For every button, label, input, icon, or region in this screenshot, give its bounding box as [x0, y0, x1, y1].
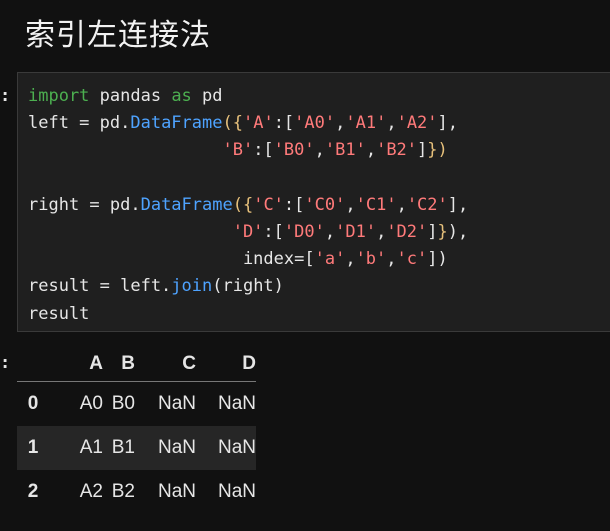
code-line-5: right = pd.DataFrame({'C':['C0','C1','C2… [28, 194, 469, 215]
cell-c: NaN [157, 437, 196, 458]
dataframe-output: A B C D 0 A0 B0 NaN NaN 1 A1 B1 NaN NaN … [17, 347, 256, 514]
cell-d: NaN [217, 437, 256, 458]
code-line-6: 'D':['D0','D1','D2']}), [232, 222, 469, 243]
code-editor[interactable]: import pandas as pd left = pd.DataFrame(… [28, 83, 468, 328]
cell-a: A0 [79, 393, 103, 414]
cell-d: NaN [217, 481, 256, 502]
code-line-9: result [28, 303, 90, 324]
cell-a: A1 [79, 437, 103, 458]
table-row: 2 A2 B2 NaN NaN [17, 470, 256, 514]
column-header-a: A [49, 347, 103, 382]
column-header-b: B [103, 347, 135, 382]
row-index: 1 [27, 437, 39, 458]
row-index: 0 [27, 393, 39, 414]
cell-b: B0 [111, 393, 135, 414]
table-header-row: A B C D [17, 347, 256, 382]
index-header [17, 347, 49, 382]
cell-b: B1 [111, 437, 135, 458]
code-line-7: index=['a','b','c']) [242, 249, 448, 270]
code-line-3: 'B':['B0','B1','B2']}) [222, 140, 448, 161]
cell-d: NaN [217, 393, 256, 414]
code-line-1: import pandas as pd [28, 86, 223, 106]
cell-c: NaN [157, 393, 196, 414]
input-prompt: : [0, 86, 11, 106]
cell-c: NaN [157, 481, 196, 502]
code-cell[interactable]: import pandas as pd left = pd.DataFrame(… [17, 72, 610, 332]
table-row: 0 A0 B0 NaN NaN [17, 382, 256, 427]
code-line-8: result = left.join(right) [28, 276, 284, 297]
column-header-d: D [196, 347, 256, 382]
output-prompt: : [0, 353, 11, 373]
section-title: 索引左连接法 [25, 18, 211, 53]
column-header-c: C [135, 347, 196, 382]
row-index: 2 [27, 481, 39, 502]
code-line-2: left = pd.DataFrame({'A':['A0','A1','A2'… [28, 113, 459, 134]
cell-b: B2 [111, 481, 135, 502]
cell-a: A2 [79, 481, 103, 502]
table-row: 1 A1 B1 NaN NaN [17, 426, 256, 470]
